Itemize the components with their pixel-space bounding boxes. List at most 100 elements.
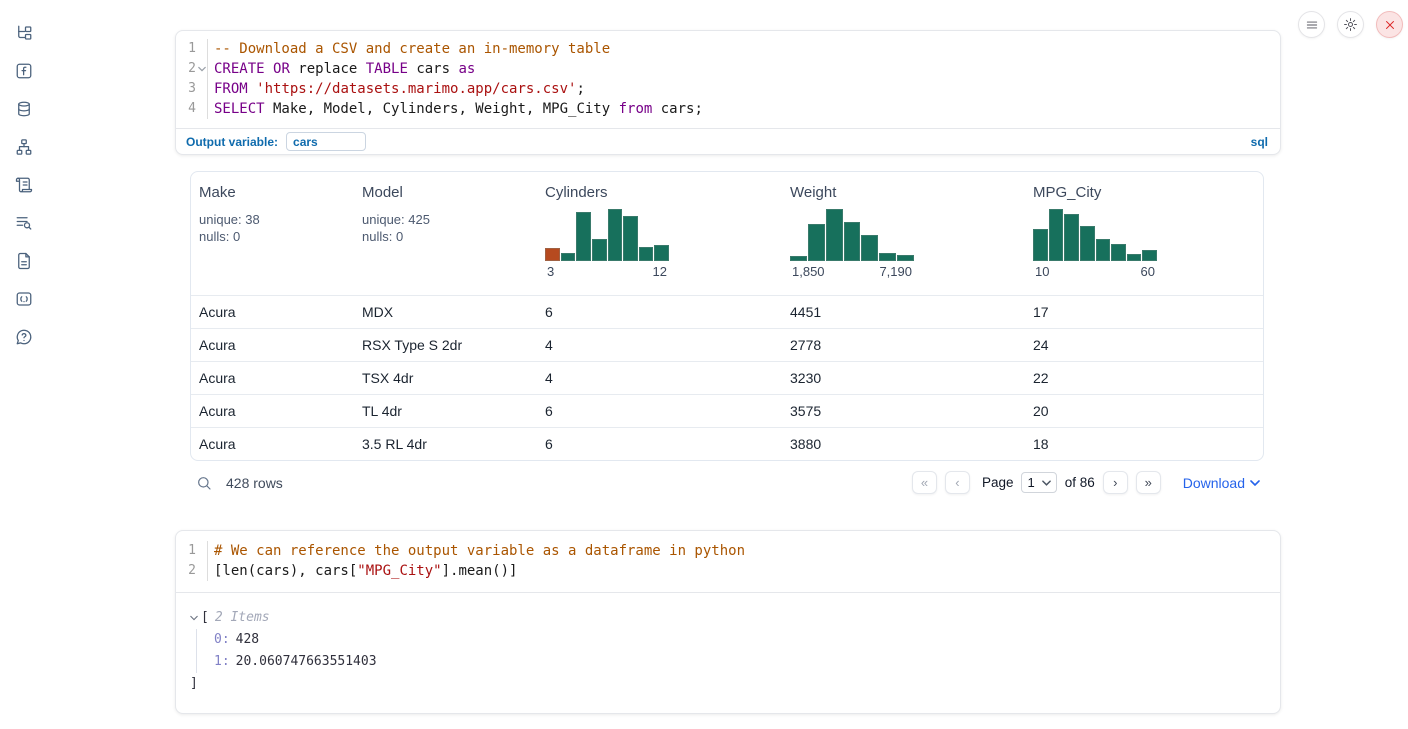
axis-max-label: 12	[653, 264, 667, 279]
output-variable-label: Output variable:	[186, 135, 278, 149]
column-label: Model	[362, 184, 529, 201]
histogram-bar	[861, 235, 878, 261]
code-text: SELECT Make, Model, Cylinders, Weight, M…	[208, 99, 703, 119]
column-header-mpg_city[interactable]: MPG_City1060	[1025, 172, 1264, 295]
line-number-gutter: 4	[176, 99, 208, 119]
histogram-bar	[1064, 214, 1079, 261]
download-button[interactable]: Download	[1183, 475, 1260, 491]
table-cell: Acura	[191, 337, 354, 353]
sql-code-editor[interactable]: 1-- Download a CSV and create an in-memo…	[176, 31, 1280, 128]
dependency-graph-icon[interactable]	[14, 137, 34, 157]
output-variable-input[interactable]	[286, 132, 366, 151]
prev-page-button[interactable]: ‹	[945, 471, 970, 494]
function-icon[interactable]	[14, 61, 34, 81]
null-count: nulls: 0	[362, 228, 529, 245]
search-icon[interactable]	[196, 475, 212, 491]
chevron-down-icon	[1250, 480, 1260, 486]
table-cell: 4	[537, 370, 782, 386]
open-bracket: [	[201, 607, 209, 629]
histogram-bar	[654, 245, 669, 261]
close-icon	[1384, 19, 1396, 31]
close-button[interactable]	[1376, 11, 1403, 38]
first-page-button[interactable]: «	[912, 471, 937, 494]
scroll-icon[interactable]	[14, 175, 34, 195]
code-line[interactable]: 1-- Download a CSV and create an in-memo…	[176, 39, 1280, 59]
last-page-button[interactable]: »	[1136, 471, 1161, 494]
window-controls	[1298, 11, 1403, 38]
histogram-bars	[1033, 209, 1157, 261]
database-icon[interactable]	[14, 99, 34, 119]
sidebar	[0, 0, 48, 729]
histogram-axis-labels: 1,8507,190	[790, 264, 914, 279]
column-histogram: 1,8507,190	[790, 209, 914, 279]
code-text: # We can reference the output variable a…	[208, 541, 745, 561]
menu-icon	[1305, 18, 1319, 32]
line-number: 1	[188, 541, 196, 561]
table-header: Makeunique: 38nulls: 0Modelunique: 425nu…	[191, 172, 1263, 295]
column-header-model[interactable]: Modelunique: 425nulls: 0	[354, 172, 537, 295]
logs-search-icon[interactable]	[14, 213, 34, 233]
code-line[interactable]: 1 # We can reference the output variable …	[176, 541, 1280, 561]
snippets-icon[interactable]	[14, 289, 34, 309]
column-label: Weight	[790, 184, 1017, 201]
fold-chevron-icon[interactable]	[196, 66, 207, 72]
gear-icon	[1343, 17, 1358, 32]
line-number: 3	[188, 79, 196, 99]
help-icon[interactable]	[14, 327, 34, 347]
column-header-make[interactable]: Makeunique: 38nulls: 0	[191, 172, 354, 295]
table-cell: 18	[1025, 436, 1264, 452]
histogram-bar	[1096, 239, 1111, 261]
code-text: CREATE OR replace TABLE cars as	[208, 59, 475, 79]
table-cell: Acura	[191, 304, 354, 320]
menu-button[interactable]	[1298, 11, 1325, 38]
code-token: # We can reference the output variable a…	[214, 543, 745, 559]
table-cell: 3230	[782, 370, 1025, 386]
histogram-axis-labels: 1060	[1033, 264, 1157, 279]
settings-button[interactable]	[1337, 11, 1364, 38]
page-select[interactable]: 1	[1021, 472, 1056, 493]
code-token: SELECT	[214, 101, 265, 117]
code-line[interactable]: 3FROM 'https://datasets.marimo.app/cars.…	[176, 79, 1280, 99]
line-number-gutter: 2	[176, 59, 208, 79]
table-cell: 3.5 RL 4dr	[354, 436, 537, 452]
histogram-bar	[844, 222, 861, 261]
table-cell: 3575	[782, 403, 1025, 419]
collapse-icon[interactable]	[190, 615, 198, 621]
null-count: nulls: 0	[199, 228, 346, 245]
list-entries: 0:428 1:20.060747663551403	[196, 629, 1266, 673]
column-histogram: 1060	[1033, 209, 1157, 279]
page-label: Page	[982, 475, 1014, 490]
code-token: Make, Model, Cylinders, Weight, MPG_City	[265, 101, 619, 117]
axis-min-label: 3	[547, 264, 554, 279]
line-number-gutter: 1	[176, 541, 208, 561]
list-value: 20.060747663551403	[236, 654, 377, 669]
code-text: [len(cars), cars["MPG_City"].mean()]	[208, 561, 517, 581]
table-cell: 24	[1025, 337, 1264, 353]
sql-cell: 1-- Download a CSV and create an in-memo…	[175, 30, 1281, 155]
code-token: cars;	[652, 101, 703, 117]
code-line[interactable]: 2[len(cars), cars["MPG_City"].mean()]	[176, 561, 1280, 581]
document-icon[interactable]	[14, 251, 34, 271]
notebook: 1 -- Download a CSV and create an in-memo…	[175, 30, 1281, 720]
table-row: AcuraRSX Type S 2dr4277824	[191, 328, 1263, 361]
table-cell: 4	[537, 337, 782, 353]
column-header-weight[interactable]: Weight 1,8507,190	[782, 172, 1025, 295]
code-token: -- Download a CSV and create an in-memor…	[214, 41, 610, 57]
file-tree-icon[interactable]	[14, 23, 34, 43]
page-total-label: of 86	[1065, 475, 1095, 490]
code-line[interactable]: 4SELECT Make, Model, Cylinders, Weight, …	[176, 99, 1280, 119]
column-header-cylinders[interactable]: Cylinders312	[537, 172, 782, 295]
table-cell: 20	[1025, 403, 1264, 419]
table-cell: 6	[537, 436, 782, 452]
histogram-bars	[790, 209, 914, 261]
python-cell: 1 # We can reference the output variable …	[175, 530, 1281, 714]
list-item: 0:428	[214, 629, 1266, 651]
axis-max-label: 60	[1141, 264, 1155, 279]
code-line[interactable]: 2CREATE OR replace TABLE cars as	[176, 59, 1280, 79]
python-code-editor[interactable]: 1 # We can reference the output variable …	[176, 531, 1280, 592]
code-token: cars	[408, 61, 459, 77]
table-row: AcuraTSX 4dr4323022	[191, 361, 1263, 394]
list-index: 0:	[214, 632, 230, 647]
next-page-button[interactable]: ›	[1103, 471, 1128, 494]
list-item: 1:20.060747663551403	[214, 651, 1266, 673]
